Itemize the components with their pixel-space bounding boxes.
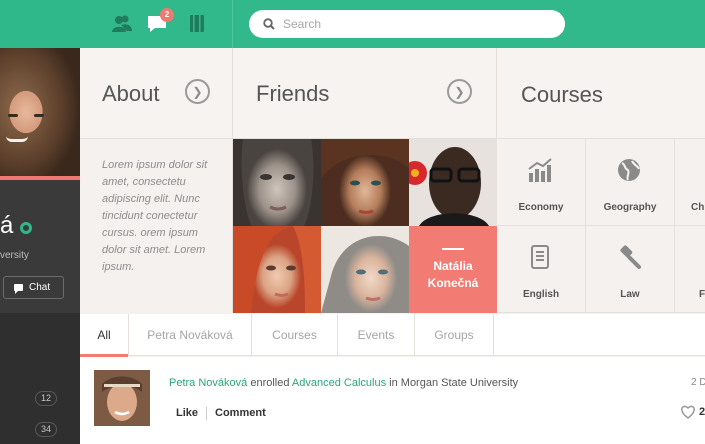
feed-avatar-image [94, 370, 150, 426]
chart-icon [528, 158, 552, 182]
profile-name: á [0, 212, 14, 239]
profile-sidebar: á versity Chat 12 34 [0, 0, 80, 444]
friend-photo[interactable] [409, 139, 497, 226]
tab-events[interactable]: Events [338, 314, 415, 356]
gavel-icon [620, 245, 641, 269]
about-title: About [102, 81, 160, 106]
course-label: Ch [691, 202, 705, 213]
count-badge: 12 [35, 391, 57, 406]
course-label: F [699, 289, 705, 300]
feed-date: 2 D [691, 377, 705, 388]
feed-avatar[interactable] [94, 370, 150, 426]
friend-highlight-tile[interactable]: Natália Konečná [409, 226, 497, 313]
activity-tabs: All Petra Nováková Courses Events Groups [80, 314, 705, 357]
friend-first-name: Natália [433, 259, 473, 273]
top-bar: 2 [80, 0, 705, 48]
chat-bubble-icon [14, 284, 23, 294]
divider [442, 248, 464, 250]
feed-item: Petra Nováková enrolled Advanced Calculu… [80, 357, 705, 444]
feed-like-count[interactable]: 2 [680, 405, 705, 419]
notification-badge: 2 [160, 8, 174, 22]
about-header: About ❯ [80, 48, 233, 139]
chevron-right-icon: ❯ [192, 84, 203, 99]
friends-icon[interactable] [112, 15, 132, 32]
friend-photo[interactable] [321, 139, 409, 226]
course-tile-law[interactable]: Law [586, 226, 675, 313]
friend-face [233, 226, 321, 313]
friend-photo[interactable] [233, 226, 321, 313]
friends-title: Friends [256, 81, 330, 106]
online-status-icon [20, 222, 32, 234]
chat-button[interactable]: Chat [3, 276, 64, 299]
chevron-right-icon: ❯ [454, 84, 465, 99]
course-tile-geography[interactable]: Geography [586, 139, 675, 226]
about-arrow-button[interactable]: ❯ [185, 79, 210, 104]
about-text: Lorem ipsum dolor sit amet, consectetu a… [80, 139, 233, 313]
course-tile-partial[interactable]: Ch [675, 139, 705, 226]
chat-button-label: Chat [29, 282, 51, 293]
tab-groups[interactable]: Groups [415, 314, 494, 356]
friend-photo[interactable] [321, 226, 409, 313]
course-tile-english[interactable]: English [497, 226, 586, 313]
friend-face [409, 147, 489, 226]
photo-detail [34, 114, 44, 117]
friends-arrow-button[interactable]: ❯ [447, 79, 472, 104]
feed-actions: Like Comment [168, 407, 274, 420]
course-tile-economy[interactable]: Economy [497, 139, 586, 226]
count-badge: 34 [35, 422, 57, 437]
profile-accent-bar [0, 176, 80, 180]
likes-count: 2 [699, 406, 705, 418]
profile-photo[interactable] [0, 48, 80, 176]
friend-face [321, 226, 409, 313]
course-label: Economy [518, 202, 564, 213]
comment-button[interactable]: Comment [207, 407, 274, 420]
profile-university: versity [0, 250, 29, 261]
like-button[interactable]: Like [168, 407, 206, 420]
friend-face [233, 139, 321, 226]
course-label: Law [620, 289, 640, 300]
notebook-icon[interactable] [189, 15, 205, 32]
feed-user-link[interactable]: Petra Nováková [169, 377, 247, 389]
courses-header: Courses [497, 48, 705, 139]
course-tile-partial[interactable]: F [675, 226, 705, 313]
friend-last-name: Konečná [427, 276, 479, 290]
search-box[interactable] [249, 10, 565, 38]
friends-header: Friends ❯ [233, 48, 497, 139]
heart-icon [681, 405, 695, 419]
globe-icon [618, 159, 640, 181]
friend-face [321, 139, 409, 214]
feed-course-link[interactable]: Advanced Calculus [292, 377, 386, 389]
photo-detail [8, 114, 18, 117]
tab-courses[interactable]: Courses [252, 314, 338, 356]
friend-photo[interactable] [233, 139, 321, 226]
search-input[interactable] [283, 17, 543, 31]
course-label: Geography [603, 202, 657, 213]
photo-detail [6, 136, 28, 142]
tab-petra-novakova[interactable]: Petra Nováková [129, 314, 252, 356]
sidebar-topbar [0, 0, 80, 48]
book-icon [531, 245, 549, 269]
feed-preposition: in [389, 377, 398, 389]
feed-place: Morgan State University [400, 377, 519, 389]
course-label: English [522, 289, 560, 300]
topbar-icon-group: 2 [80, 0, 233, 48]
courses-title: Courses [521, 82, 603, 107]
tab-all[interactable]: All [80, 314, 129, 357]
search-icon [263, 18, 275, 30]
feed-verb: enrolled [250, 377, 290, 389]
feed-text: Petra Nováková enrolled Advanced Calculu… [169, 377, 518, 389]
